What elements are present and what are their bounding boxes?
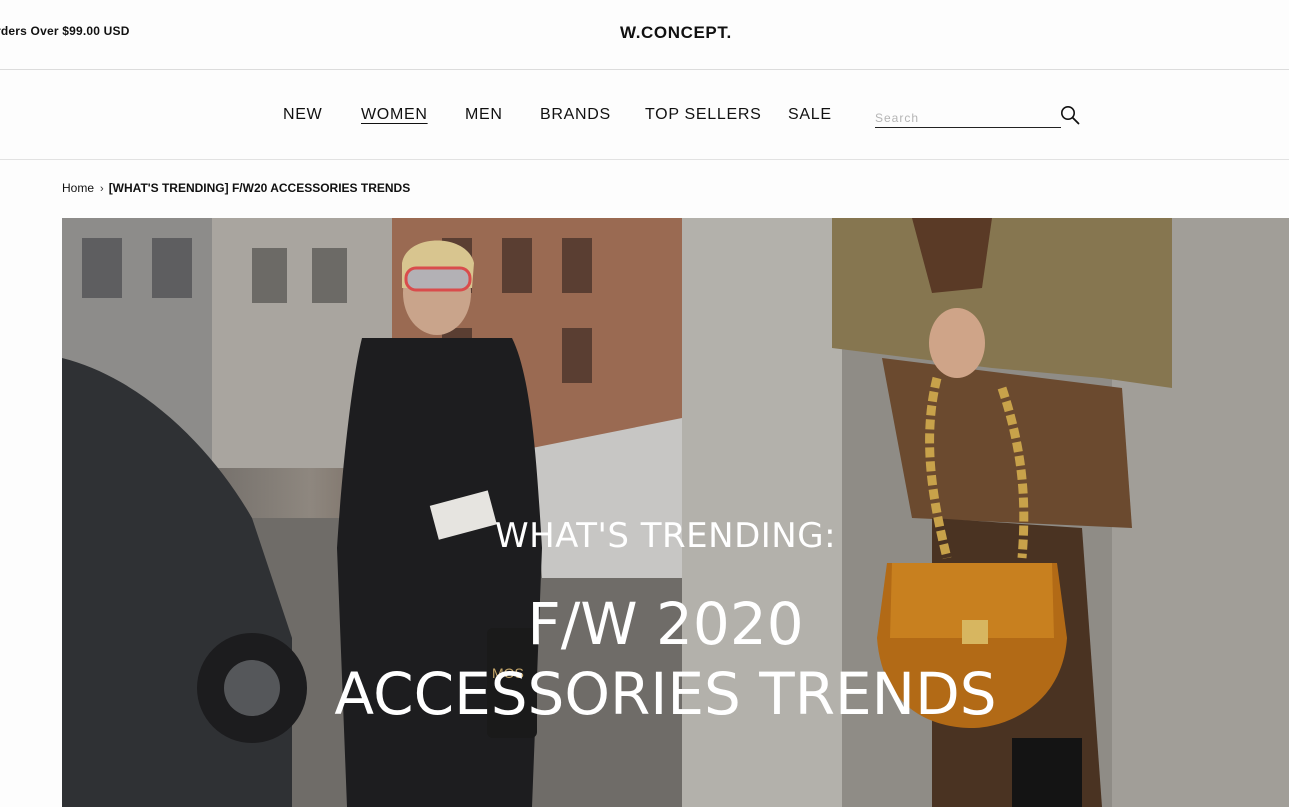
free-shipping-promo: rders Over $99.00 USD [0, 24, 130, 38]
breadcrumb-current: [WHAT'S TRENDING] F/W20 ACCESSORIES TREN… [108, 181, 411, 195]
hero-title-line2: ACCESSORIES TRENDS [334, 660, 997, 728]
nav-men[interactable]: MEN [465, 106, 503, 124]
nav-sale[interactable]: SALE [788, 106, 832, 124]
search-icon[interactable] [1060, 105, 1080, 125]
breadcrumb-separator: › [100, 183, 104, 195]
hero-title-line1: F/W 2020 [527, 590, 804, 658]
breadcrumb: Home › [WHAT'S TRENDING] F/W20 ACCESSORIES… [62, 181, 410, 195]
main-navigation: NEW WOMEN MEN BRANDS TOP SELLERS SALE [0, 70, 1289, 160]
search-box [875, 106, 1061, 128]
hero-banner[interactable]: MOS WHAT'S TRENDING: F/W 2020 ACCESSORIE… [62, 218, 1289, 807]
nav-top-sellers[interactable]: TOP SELLERS [645, 106, 762, 124]
nav-new[interactable]: NEW [283, 106, 322, 124]
top-bar: rders Over $99.00 USD W.CONCEPT. [0, 0, 1289, 70]
search-input[interactable] [875, 109, 1055, 127]
nav-brands[interactable]: BRANDS [540, 106, 611, 124]
brand-logo[interactable]: W.CONCEPT. [620, 23, 732, 43]
hero-subtitle: WHAT'S TRENDING: [494, 516, 837, 556]
nav-women[interactable]: WOMEN [361, 106, 428, 124]
breadcrumb-home[interactable]: Home [62, 181, 94, 195]
